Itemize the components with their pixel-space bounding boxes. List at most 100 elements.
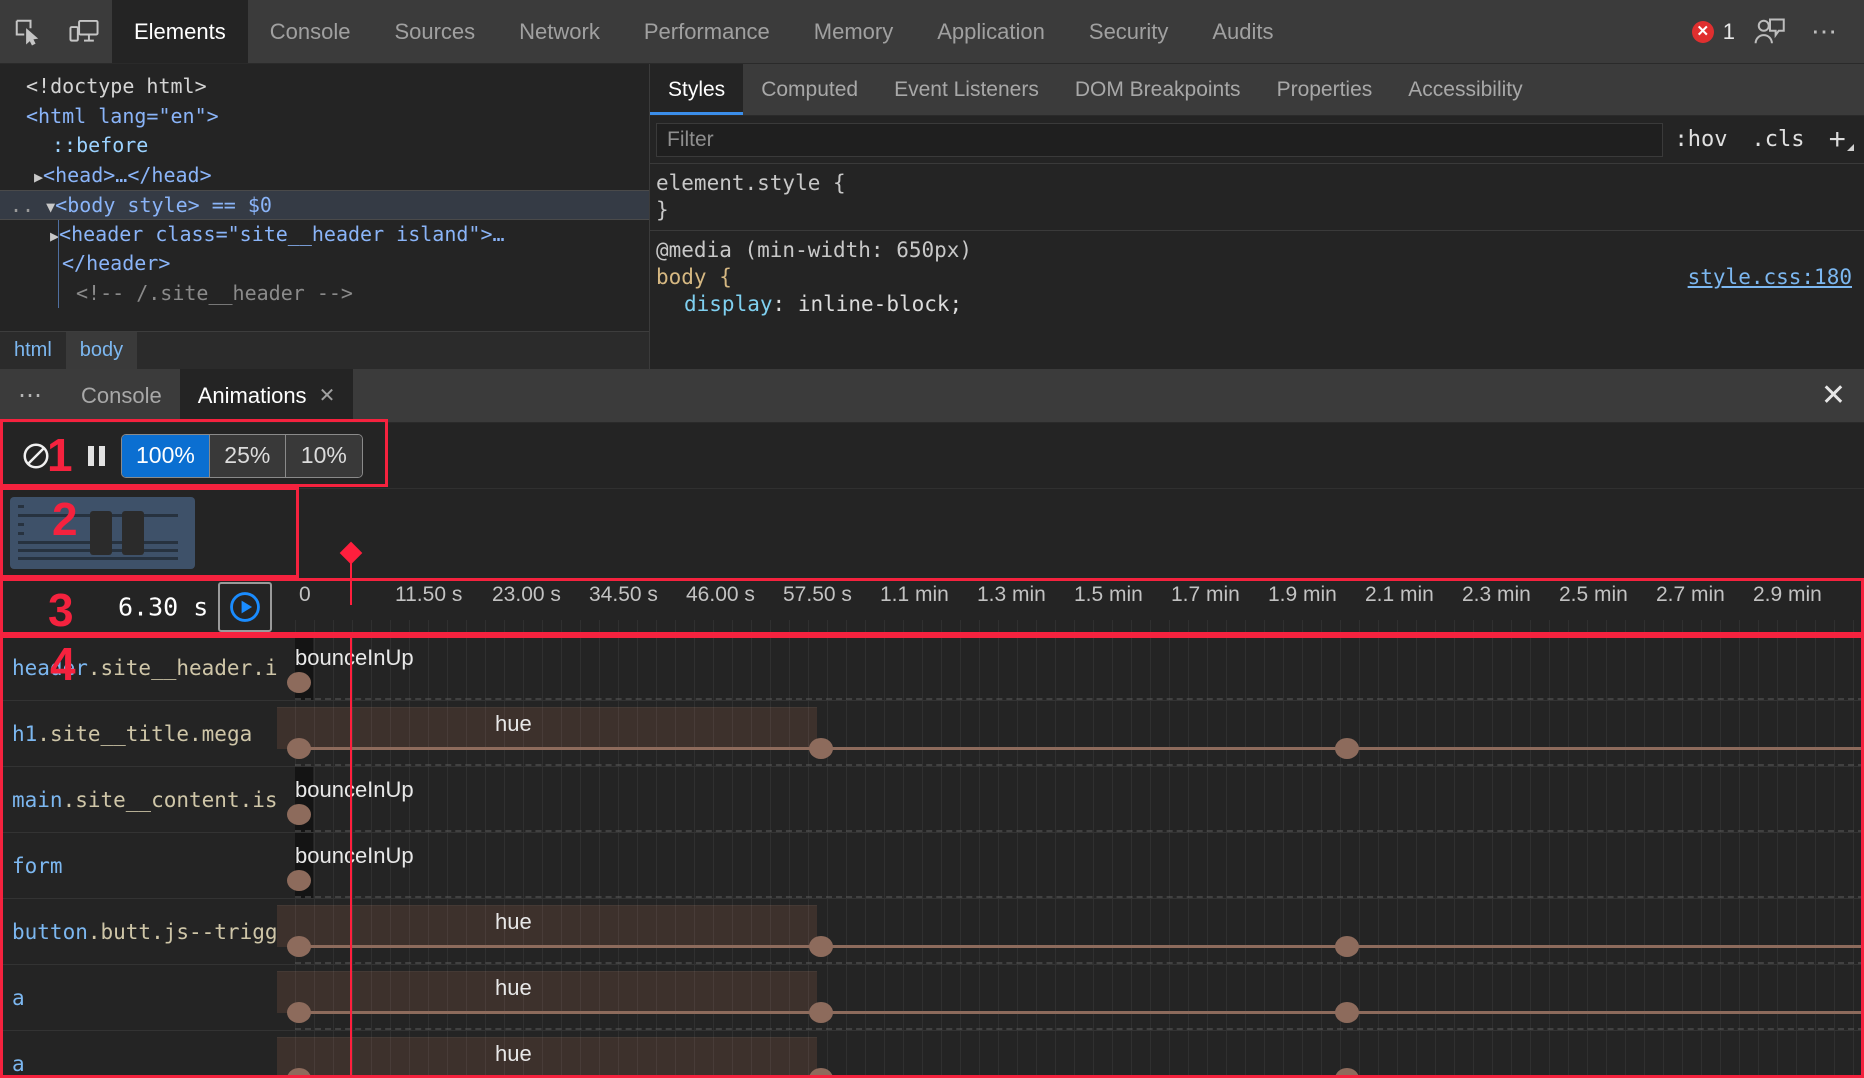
tab-event-listeners[interactable]: Event Listeners [876, 64, 1057, 115]
close-drawer-icon[interactable]: ✕ [1821, 369, 1846, 422]
speed-25-button[interactable]: 25% [210, 435, 286, 477]
dom-line-header-close[interactable]: </header> [0, 249, 649, 279]
cls-button[interactable]: .cls [1739, 127, 1816, 152]
ruler-tick: 1.7 min [1171, 583, 1240, 607]
speed-100-button[interactable]: 100% [122, 435, 210, 477]
timeline-scrubber[interactable] [350, 635, 352, 1078]
speed-10-button[interactable]: 10% [286, 435, 362, 477]
error-badge[interactable]: ✕ 1 [1692, 19, 1735, 45]
animation-row-label[interactable]: button.butt.js--trigge [0, 899, 295, 964]
dom-line-text: <html lang="en"> [26, 104, 219, 128]
media-body-rule[interactable]: @media (min-width: 650px) style.css:180 … [650, 230, 1864, 324]
timeline-ruler[interactable]: 0 11.50 s 23.00 s 34.50 s 46.00 s 57.50 … [295, 579, 1864, 634]
animation-row-track[interactable]: hue [295, 965, 1864, 1030]
keyframe-marker[interactable] [287, 936, 311, 957]
breadcrumb-item-body[interactable]: body [66, 332, 137, 370]
tab-application[interactable]: Application [915, 0, 1067, 63]
tab-audits[interactable]: Audits [1190, 0, 1295, 63]
keyframe-marker[interactable] [1335, 1002, 1359, 1023]
keyframe-marker[interactable] [809, 1068, 833, 1078]
dom-line-before[interactable]: ::before [0, 131, 649, 161]
animation-row[interactable]: a hue [0, 965, 1864, 1031]
new-style-rule-button[interactable]: + [1816, 123, 1858, 157]
animation-group-card[interactable] [10, 497, 195, 569]
keyframe-marker[interactable] [809, 738, 833, 759]
animation-row-track[interactable]: hue [295, 1031, 1864, 1078]
animation-row-track[interactable]: bounceInUp [295, 635, 1864, 700]
device-toolbar-icon[interactable] [56, 0, 112, 63]
animation-groups-row [0, 489, 1864, 579]
animation-row-label[interactable]: h1.site__title.mega [0, 701, 295, 766]
style-source-link[interactable]: style.css:180 [1688, 264, 1864, 291]
clear-all-icon[interactable] [14, 434, 58, 478]
animation-row[interactable]: button.butt.js--trigge hue [0, 899, 1864, 965]
play-button[interactable] [218, 582, 272, 632]
drawer-more-tabs-icon[interactable]: ⋯ [0, 369, 63, 422]
keyframe-marker[interactable] [287, 804, 311, 825]
tab-sources[interactable]: Sources [372, 0, 497, 63]
inspect-element-icon[interactable] [0, 0, 56, 63]
animation-row[interactable]: a hue [0, 1031, 1864, 1078]
drawer-tab-console[interactable]: Console [63, 369, 180, 422]
tab-memory[interactable]: Memory [792, 0, 915, 63]
dom-line-head[interactable]: ▶<head>…</head> [0, 161, 649, 191]
keyframe-marker[interactable] [287, 672, 311, 693]
animation-row-label[interactable]: a [0, 965, 295, 1030]
animation-row-label[interactable]: form [0, 833, 295, 898]
keyframe-marker[interactable] [809, 1002, 833, 1023]
tab-network[interactable]: Network [497, 0, 622, 63]
feedback-icon[interactable] [1753, 17, 1787, 47]
drawer-tab-animations[interactable]: Animations ✕ [180, 369, 354, 422]
animation-row[interactable]: form bounceInUp [0, 833, 1864, 899]
collapse-triangle-icon[interactable]: ▼ [46, 198, 55, 216]
ruler-tick: 2.3 min [1462, 583, 1531, 607]
element-style-rule[interactable]: element.style { } [650, 164, 1864, 230]
tab-properties[interactable]: Properties [1259, 64, 1391, 115]
tab-elements[interactable]: Elements [112, 0, 248, 63]
ruler-tick: 0 [299, 583, 311, 607]
tab-performance[interactable]: Performance [622, 0, 792, 63]
keyframe-marker[interactable] [1335, 936, 1359, 957]
dom-line-comment[interactable]: <!-- /.site__header --> [0, 279, 649, 309]
animation-row-label[interactable]: header.site__header.i [0, 635, 295, 700]
tab-security[interactable]: Security [1067, 0, 1190, 63]
dom-line-doctype[interactable]: <!doctype html> [0, 72, 649, 102]
drawer-panel: ⋯ Console Animations ✕ ✕ 100% 25% 10% [0, 369, 1864, 1078]
tab-styles[interactable]: Styles [650, 64, 743, 115]
filter-input[interactable] [656, 123, 1663, 157]
keyframe-marker[interactable] [1335, 1068, 1359, 1078]
animation-row-label[interactable]: a [0, 1031, 295, 1078]
declaration-line[interactable]: display: inline-block; [656, 291, 1864, 318]
animation-row-label[interactable]: main.site__content.is [0, 767, 295, 832]
styles-panel: Styles Computed Event Listeners DOM Brea… [650, 64, 1864, 369]
keyframe-marker[interactable] [1335, 738, 1359, 759]
dom-line-html[interactable]: <html lang="en"> [0, 102, 649, 132]
keyframe-marker[interactable] [287, 870, 311, 891]
keyframe-marker[interactable] [287, 738, 311, 759]
animation-row-track[interactable]: hue [295, 899, 1864, 964]
animation-row[interactable]: header.site__header.i bounceInUp [0, 635, 1864, 701]
animation-rows: header.site__header.i bounceInUp h1.site… [0, 635, 1864, 1078]
animation-row-track[interactable]: bounceInUp [295, 767, 1864, 832]
keyframe-marker[interactable] [287, 1002, 311, 1023]
keyframe-marker[interactable] [809, 936, 833, 957]
dom-line-body[interactable]: .. ▼<body style> == $0 [0, 190, 649, 220]
tab-label: Styles [668, 78, 725, 102]
tab-console[interactable]: Console [248, 0, 373, 63]
pause-icon[interactable] [88, 446, 105, 466]
animation-row[interactable]: h1.site__title.mega hue [0, 701, 1864, 767]
tab-accessibility[interactable]: Accessibility [1390, 64, 1540, 115]
hov-button[interactable]: :hov [1663, 127, 1740, 152]
close-tab-icon[interactable]: ✕ [319, 383, 336, 408]
more-options-icon[interactable]: ⋯ [1805, 16, 1846, 47]
animation-row-track[interactable]: hue [295, 701, 1864, 766]
breadcrumb: html body [0, 331, 650, 369]
timeline-scrubber-head[interactable] [350, 549, 352, 605]
animation-row[interactable]: main.site__content.is bounceInUp [0, 767, 1864, 833]
breadcrumb-item-html[interactable]: html [0, 332, 66, 370]
tab-computed[interactable]: Computed [743, 64, 876, 115]
animation-row-track[interactable]: bounceInUp [295, 833, 1864, 898]
dom-line-header[interactable]: ▶<header class="site__header island">… [0, 220, 649, 250]
tab-dom-breakpoints[interactable]: DOM Breakpoints [1057, 64, 1259, 115]
expand-triangle-icon[interactable]: ▶ [34, 168, 43, 186]
